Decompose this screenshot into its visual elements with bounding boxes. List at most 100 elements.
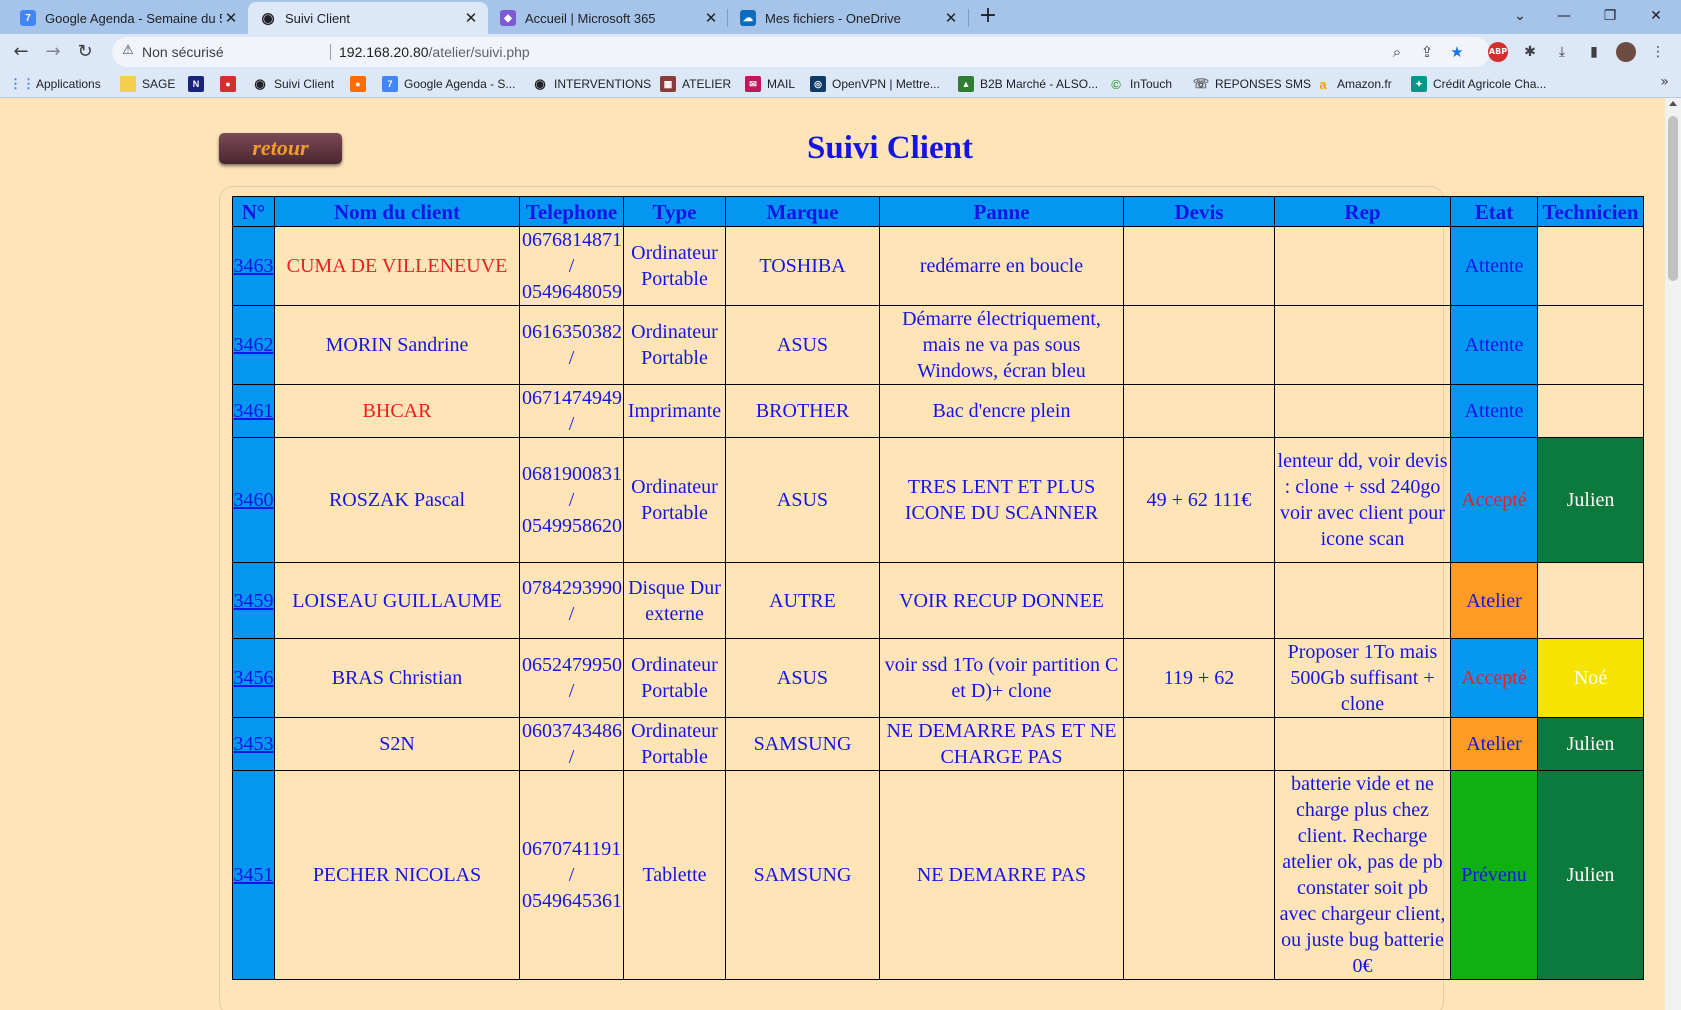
share-icon[interactable]: ⇪ (1418, 43, 1436, 61)
zoom-icon[interactable]: ⌕ (1388, 43, 1406, 61)
bookmark-label: Applications (36, 77, 101, 91)
cell-type: Ordinateur Portable (623, 717, 726, 771)
cell-etat: Attente (1450, 305, 1538, 385)
cell-type: Ordinateur Portable (623, 305, 726, 385)
browser-tab[interactable]: ☁ Mes fichiers - OneDrive ✕ (728, 2, 968, 34)
bookmarks-bar: » ⋮⋮ Applications SAGE N ● ◉ Suivi Client ● 7 Goo… (0, 70, 1681, 98)
bookmark-item[interactable]: ⋮⋮ Applications (9, 75, 101, 93)
retour-button[interactable]: retour (219, 133, 342, 164)
address-bar[interactable]: ⚠ Non sécurisé 192.168.20.80/atelier/sui… (112, 37, 1490, 67)
security-label[interactable]: Non sécurisé (142, 44, 224, 60)
cell-marque: ASUS (725, 305, 880, 385)
cell-devis (1123, 226, 1275, 306)
globe-icon: ◉ (534, 76, 546, 91)
column-header: N° (232, 196, 275, 227)
tab-close-icon[interactable]: ✕ (462, 9, 480, 27)
cell-type: Imprimante (623, 384, 726, 438)
ticket-link[interactable]: 3461 (234, 400, 274, 422)
bookmark-item[interactable]: N (188, 75, 210, 93)
tab-title: Mes fichiers - OneDrive (765, 10, 901, 26)
ticket-link[interactable]: 3459 (234, 590, 274, 612)
url-path: /atelier/suivi.php (428, 44, 530, 60)
cell-num: 3460 (232, 437, 275, 563)
profile-avatar-icon[interactable] (1616, 42, 1636, 62)
download-icon[interactable]: ⤓ (1552, 42, 1572, 62)
bookmark-item[interactable]: SAGE (120, 75, 175, 93)
bookmark-item[interactable]: ▦ ATELIER (660, 75, 731, 93)
vertical-scrollbar[interactable] (1665, 98, 1681, 1010)
forward-icon[interactable]: → (40, 39, 66, 65)
menu-icon[interactable]: ⋮ (1648, 42, 1668, 62)
scrollbar-thumb[interactable] (1668, 116, 1678, 281)
bookmark-item[interactable]: ✉ MAIL (745, 75, 795, 93)
tab-close-icon[interactable]: ✕ (702, 9, 720, 27)
cell-marque: AUTRE (725, 562, 880, 639)
tab-separator (968, 9, 969, 27)
n-logo-icon: N (188, 76, 204, 92)
column-header: Etat (1450, 196, 1538, 227)
warning-icon[interactable]: ⚠ (120, 43, 136, 59)
new-tab-button[interactable]: + (976, 5, 1000, 29)
browser-tab[interactable]: ◉ Suivi Client ✕ (248, 2, 488, 34)
browser-tab[interactable]: ◆ Accueil | Microsoft 365 ✕ (488, 2, 728, 34)
extensions-icon[interactable]: ✱ (1520, 42, 1540, 62)
bookmark-item[interactable]: a Amazon.fr (1315, 75, 1391, 93)
bookmark-item[interactable]: ● (220, 75, 242, 93)
cell-technicien: Julien (1537, 717, 1644, 771)
bookmark-item[interactable]: ● (350, 75, 372, 93)
globe-icon: ◉ (261, 10, 275, 27)
bookmark-item[interactable]: © InTouch (1108, 75, 1172, 93)
ticket-link[interactable]: 3462 (234, 334, 274, 356)
maximize-icon[interactable]: ❐ (1588, 2, 1632, 30)
scroll-up-arrow-icon[interactable] (1669, 101, 1677, 106)
url-text[interactable]: 192.168.20.80/atelier/suivi.php (339, 44, 530, 60)
bookmark-label: SAGE (142, 77, 176, 91)
bookmark-label: Crédit Agricole Cha... (1433, 77, 1547, 91)
column-header: Devis (1123, 196, 1275, 227)
minimize-icon[interactable]: — (1542, 2, 1586, 30)
tab-close-icon[interactable]: ✕ (942, 9, 960, 27)
cell-panne: VOIR RECUP DONNEE (879, 562, 1124, 639)
close-window-icon[interactable]: ✕ (1634, 2, 1678, 30)
cell-etat: Atelier (1450, 562, 1538, 639)
reload-icon[interactable]: ↻ (72, 39, 98, 65)
cell-rep: batterie vide et ne charge plus chez cli… (1274, 770, 1451, 980)
tab-search-icon[interactable]: ⌄ (1498, 2, 1542, 30)
tab-close-icon[interactable]: ✕ (222, 9, 240, 27)
cell-num: 3451 (232, 770, 275, 980)
cell-num: 3459 (232, 562, 275, 639)
cell-devis (1123, 717, 1275, 771)
cell-telephone: 0652479950 / (519, 638, 624, 718)
ticket-link[interactable]: 3451 (234, 864, 274, 886)
calendar-icon: 7 (20, 10, 36, 26)
side-panel-icon[interactable]: ▮ (1584, 42, 1604, 62)
cell-marque: SAMSUNG (725, 717, 880, 771)
bookmark-item[interactable]: ✦ Crédit Agricole Cha... (1411, 75, 1546, 93)
column-header: Rep (1274, 196, 1451, 227)
ticket-link[interactable]: 3460 (234, 489, 274, 511)
back-icon[interactable]: ← (8, 39, 34, 65)
cell-technicien: Noé (1537, 638, 1644, 718)
browser-tab[interactable]: 7 Google Agenda - Semaine du 5 juin✕ (8, 2, 248, 34)
ticket-link[interactable]: 3453 (234, 733, 274, 755)
table-row: 3462 MORIN Sandrine 0616350382 /Ordinateur… (232, 305, 1644, 385)
bookmark-star-icon[interactable]: ★ (1448, 43, 1466, 61)
bookmark-item[interactable]: ◉ Suivi Client (252, 75, 334, 93)
bookmark-item[interactable]: 7 Google Agenda - S... (382, 75, 515, 93)
bookmark-item[interactable]: ◉ INTERVENTIONS (532, 75, 651, 93)
bookmark-item[interactable]: ☏ REPONSES SMS (1193, 75, 1311, 93)
bookmark-item[interactable]: ◎ OpenVPN | Mettre... (810, 75, 940, 93)
adblock-icon[interactable]: ABP (1488, 42, 1508, 62)
cell-num: 3462 (232, 305, 275, 385)
column-header: Technicien (1537, 196, 1644, 227)
ticket-link[interactable]: 3463 (234, 255, 274, 277)
cell-technicien (1537, 562, 1644, 639)
ticket-link[interactable]: 3456 (234, 667, 274, 689)
cell-panne: redémarre en boucle (879, 226, 1124, 306)
bookmark-label: InTouch (1130, 77, 1173, 91)
bookmark-label: MAIL (767, 77, 796, 91)
bookmark-item[interactable]: ▲ B2B Marché - ALSO... (958, 75, 1098, 93)
bookmark-label: B2B Marché - ALSO... (980, 77, 1099, 91)
bookmarks-overflow-icon[interactable]: » (1660, 74, 1669, 90)
cell-client: S2N (274, 717, 520, 771)
